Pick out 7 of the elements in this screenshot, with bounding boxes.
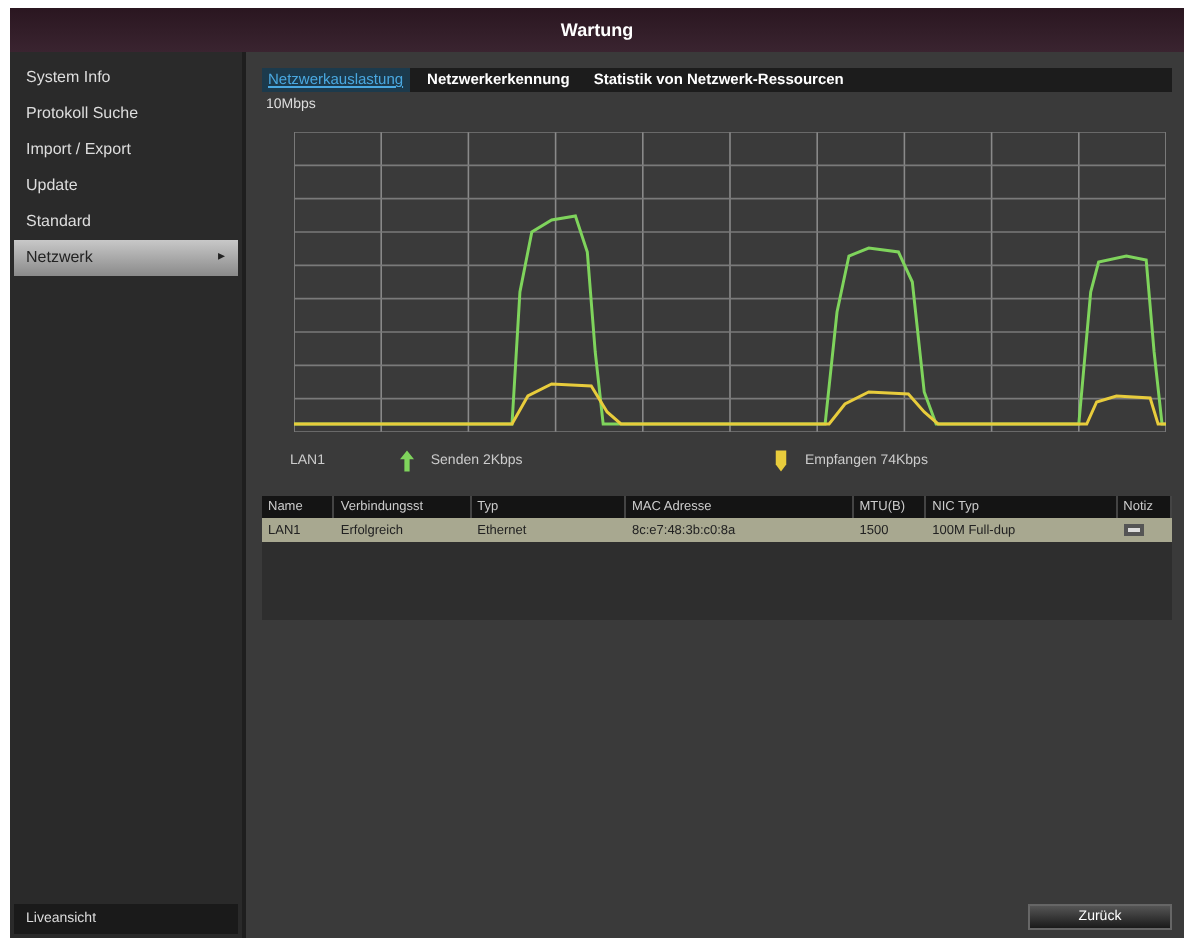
edit-icon[interactable]	[1123, 522, 1144, 538]
sidebar-item[interactable]: System Info	[10, 60, 242, 96]
sidebar-item[interactable]: Import / Export	[10, 132, 242, 168]
sidebar-item[interactable]: Update	[10, 168, 242, 204]
window-title: Wartung	[560, 20, 634, 40]
sidebar-item[interactable]: Standard	[10, 204, 242, 240]
sidebar-item[interactable]: Protokoll Suche	[10, 96, 242, 132]
